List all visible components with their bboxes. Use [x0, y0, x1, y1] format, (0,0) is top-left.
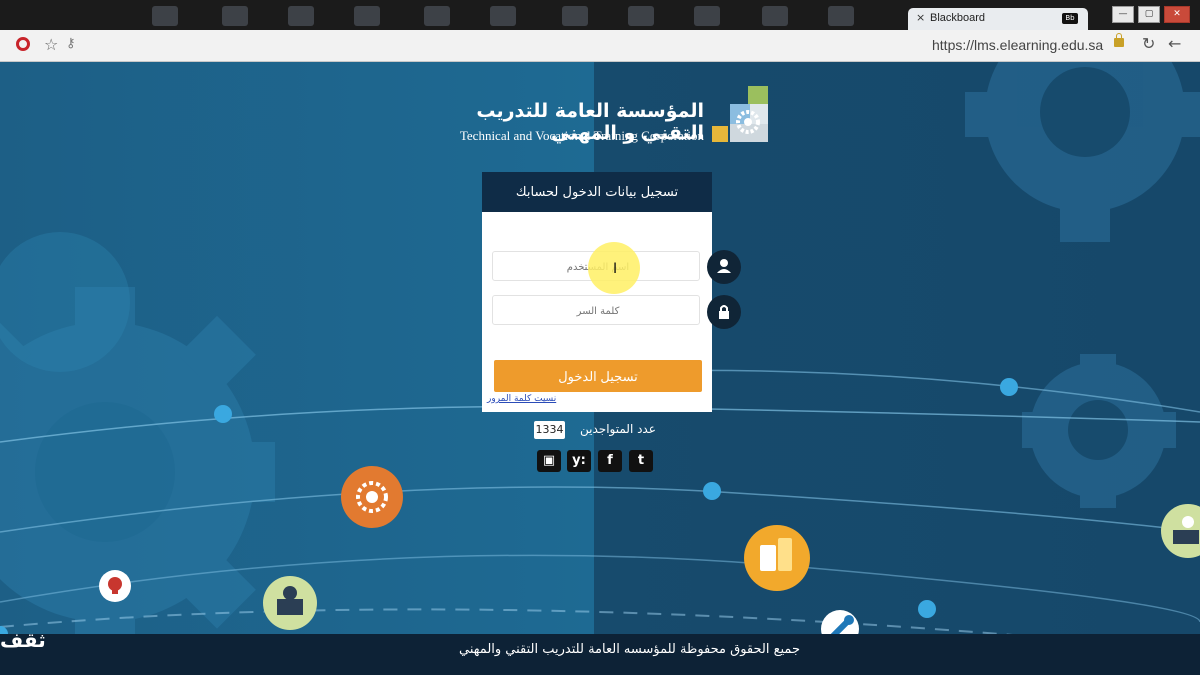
padlock-icon	[707, 295, 741, 329]
reload-icon[interactable]: ↻	[1142, 34, 1155, 53]
password-field[interactable]	[492, 295, 703, 326]
monitor-icon	[263, 576, 317, 630]
tab-close-icon[interactable]: ×	[916, 11, 925, 24]
star-icon[interactable]: ☆	[44, 35, 58, 54]
login-button[interactable]: تسجيل الدخول	[494, 360, 702, 392]
tab-title: Blackboard	[930, 12, 986, 24]
taskbar-app-icon[interactable]	[490, 6, 516, 26]
taskbar-app-icon[interactable]	[288, 6, 314, 26]
watermark-text: ثقف	[0, 628, 46, 652]
login-page: المؤسسة العامة للتدريب التقني و المهني T…	[0, 62, 1200, 675]
cloud-icon	[99, 570, 131, 602]
taskbar: × Blackboard Bb — ▢ ✕	[0, 0, 1200, 30]
footer-copyright: جميع الحقوق محفوظة للمؤسسه العامة للتدري…	[459, 642, 800, 657]
monitor-icon	[1161, 504, 1200, 558]
window-controls: — ▢ ✕	[1112, 6, 1190, 23]
facebook-icon[interactable]: f	[598, 450, 622, 472]
taskbar-app-icon[interactable]	[152, 6, 178, 26]
blackboard-favicon-icon: Bb	[1062, 13, 1078, 24]
back-icon[interactable]: ←	[1168, 34, 1181, 53]
maximize-button[interactable]: ▢	[1138, 6, 1160, 23]
close-window-button[interactable]: ✕	[1164, 6, 1190, 23]
logo-english-text: Technical and Vocational Training Corpor…	[459, 128, 704, 143]
taskbar-app-icon[interactable]	[762, 6, 788, 26]
taskbar-app-icon[interactable]	[628, 6, 654, 26]
online-users-label: عدد المتواجدين	[580, 422, 656, 436]
tablet-icon	[744, 525, 810, 591]
gear-icon	[341, 466, 403, 528]
taskbar-app-icon[interactable]	[828, 6, 854, 26]
logo-mark-icon	[712, 86, 768, 142]
taskbar-app-icon[interactable]	[694, 6, 720, 26]
taskbar-app-icon[interactable]	[222, 6, 248, 26]
key-icon[interactable]: ⚷	[66, 36, 76, 51]
taskbar-app-icon[interactable]	[562, 6, 588, 26]
taskbar-app-icon[interactable]	[424, 6, 450, 26]
lock-icon[interactable]	[1114, 33, 1124, 47]
opera-icon[interactable]	[16, 37, 30, 51]
address-bar: ☆ ⚷ https://lms.elearning.edu.sa ↻ ←	[0, 30, 1200, 62]
yammer-icon[interactable]: y:	[567, 450, 591, 472]
login-header: تسجيل بيانات الدخول لحسابك	[482, 172, 712, 212]
password-input[interactable]	[493, 296, 703, 326]
minimize-button[interactable]: —	[1112, 6, 1134, 23]
login-form: تسجيل بيانات الدخول لحسابك تسجيل الدخول …	[482, 172, 712, 412]
browser-tab[interactable]: × Blackboard Bb	[908, 8, 1088, 30]
user-icon	[707, 250, 741, 284]
youtube-icon[interactable]: ▣	[537, 450, 561, 472]
taskbar-app-icon[interactable]	[354, 6, 380, 26]
forgot-password-link[interactable]: نسيت كلمة المرور	[487, 394, 556, 404]
online-users-count: 1334	[534, 421, 565, 439]
url-field[interactable]: https://lms.elearning.edu.sa	[932, 37, 1103, 53]
twitter-icon[interactable]: t	[629, 450, 653, 472]
text-cursor-icon: I	[613, 261, 618, 277]
